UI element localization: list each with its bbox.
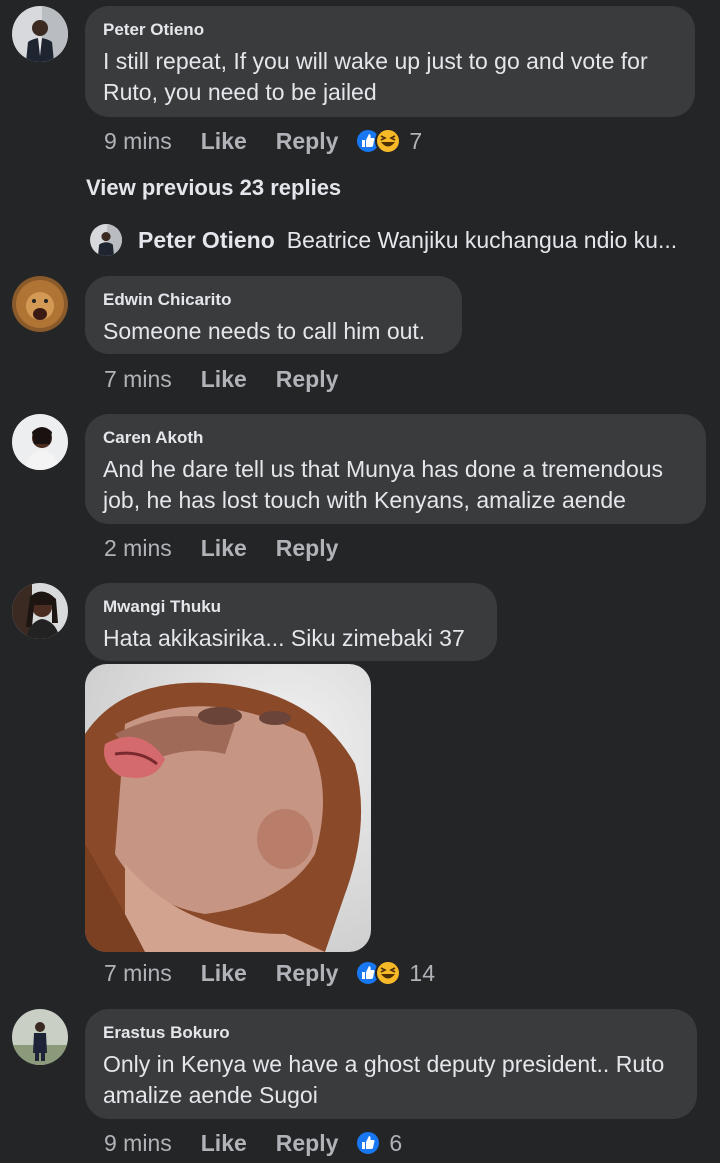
like-button[interactable]: Like xyxy=(201,535,247,562)
reply-button[interactable]: Reply xyxy=(276,960,339,987)
comment-text: Hata akikasirika... Siku zimebaki 37 xyxy=(103,625,465,651)
view-previous-replies-link[interactable]: View previous 23 replies xyxy=(86,175,341,201)
reaction-summary[interactable]: 7 xyxy=(355,128,422,155)
comment-text: Someone needs to call him out. xyxy=(103,318,426,344)
commenter-name[interactable]: Caren Akoth xyxy=(103,428,687,448)
commenter-name[interactable]: Erastus Bokuro xyxy=(103,1023,678,1043)
reply-preview[interactable]: Peter Otieno Beatrice Wanjiku kuchangua … xyxy=(90,224,677,256)
comment-actions: 9 mins Like Reply 6 xyxy=(104,1128,402,1158)
comment-actions: 7 mins Like Reply xyxy=(104,364,367,394)
commenter-name[interactable]: Edwin Chicarito xyxy=(103,290,443,310)
commenter-name[interactable]: Mwangi Thuku xyxy=(103,597,478,617)
comment-time[interactable]: 7 mins xyxy=(104,366,172,393)
haha-reaction-icon xyxy=(375,960,402,986)
comment-actions: 7 mins Like Reply 14 xyxy=(104,958,435,988)
like-reaction-icon xyxy=(355,1130,382,1156)
comment-bubble: Erastus Bokuro Only in Kenya we have a g… xyxy=(85,1009,697,1119)
avatar[interactable] xyxy=(12,583,68,639)
reaction-count: 7 xyxy=(409,127,423,154)
reply-button[interactable]: Reply xyxy=(276,366,339,393)
comment-text: Only in Kenya we have a ghost deputy pre… xyxy=(103,1051,665,1108)
reply-button[interactable]: Reply xyxy=(276,1130,339,1157)
reaction-summary[interactable]: 6 xyxy=(355,1130,402,1157)
comment-time[interactable]: 9 mins xyxy=(104,128,172,155)
comment-bubble: Edwin Chicarito Someone needs to call hi… xyxy=(85,276,462,354)
like-button[interactable]: Like xyxy=(201,128,247,155)
comment-bubble: Caren Akoth And he dare tell us that Mun… xyxy=(85,414,706,524)
commenter-name[interactable]: Peter Otieno xyxy=(103,20,676,40)
comment-photo[interactable] xyxy=(85,664,371,952)
like-button[interactable]: Like xyxy=(201,366,247,393)
avatar[interactable] xyxy=(12,1009,68,1065)
comment-text: I still repeat, If you will wake up just… xyxy=(103,48,648,105)
avatar[interactable] xyxy=(12,276,68,332)
avatar xyxy=(90,224,122,256)
haha-reaction-icon xyxy=(375,128,402,154)
reply-button[interactable]: Reply xyxy=(276,535,339,562)
reply-preview-text: Beatrice Wanjiku kuchangua ndio ku... xyxy=(286,226,678,253)
like-button[interactable]: Like xyxy=(201,960,247,987)
avatar[interactable] xyxy=(12,6,68,62)
comment-text: And he dare tell us that Munya has done … xyxy=(103,456,664,513)
comment-actions: 9 mins Like Reply 7 xyxy=(104,126,422,156)
reply-preview-name: Peter Otieno xyxy=(138,226,275,253)
avatar[interactable] xyxy=(12,414,68,470)
reaction-count: 14 xyxy=(409,959,436,986)
reaction-summary[interactable]: 14 xyxy=(355,960,435,987)
like-button[interactable]: Like xyxy=(201,1130,247,1157)
comment-time[interactable]: 7 mins xyxy=(104,960,172,987)
reply-button[interactable]: Reply xyxy=(276,128,339,155)
comment-time[interactable]: 2 mins xyxy=(104,535,172,562)
reaction-count: 6 xyxy=(389,1129,403,1156)
comment-actions: 2 mins Like Reply xyxy=(104,533,367,563)
comment-bubble: Peter Otieno I still repeat, If you will… xyxy=(85,6,695,117)
comment-time[interactable]: 9 mins xyxy=(104,1130,172,1157)
comment-bubble: Mwangi Thuku Hata akikasirika... Siku zi… xyxy=(85,583,497,661)
